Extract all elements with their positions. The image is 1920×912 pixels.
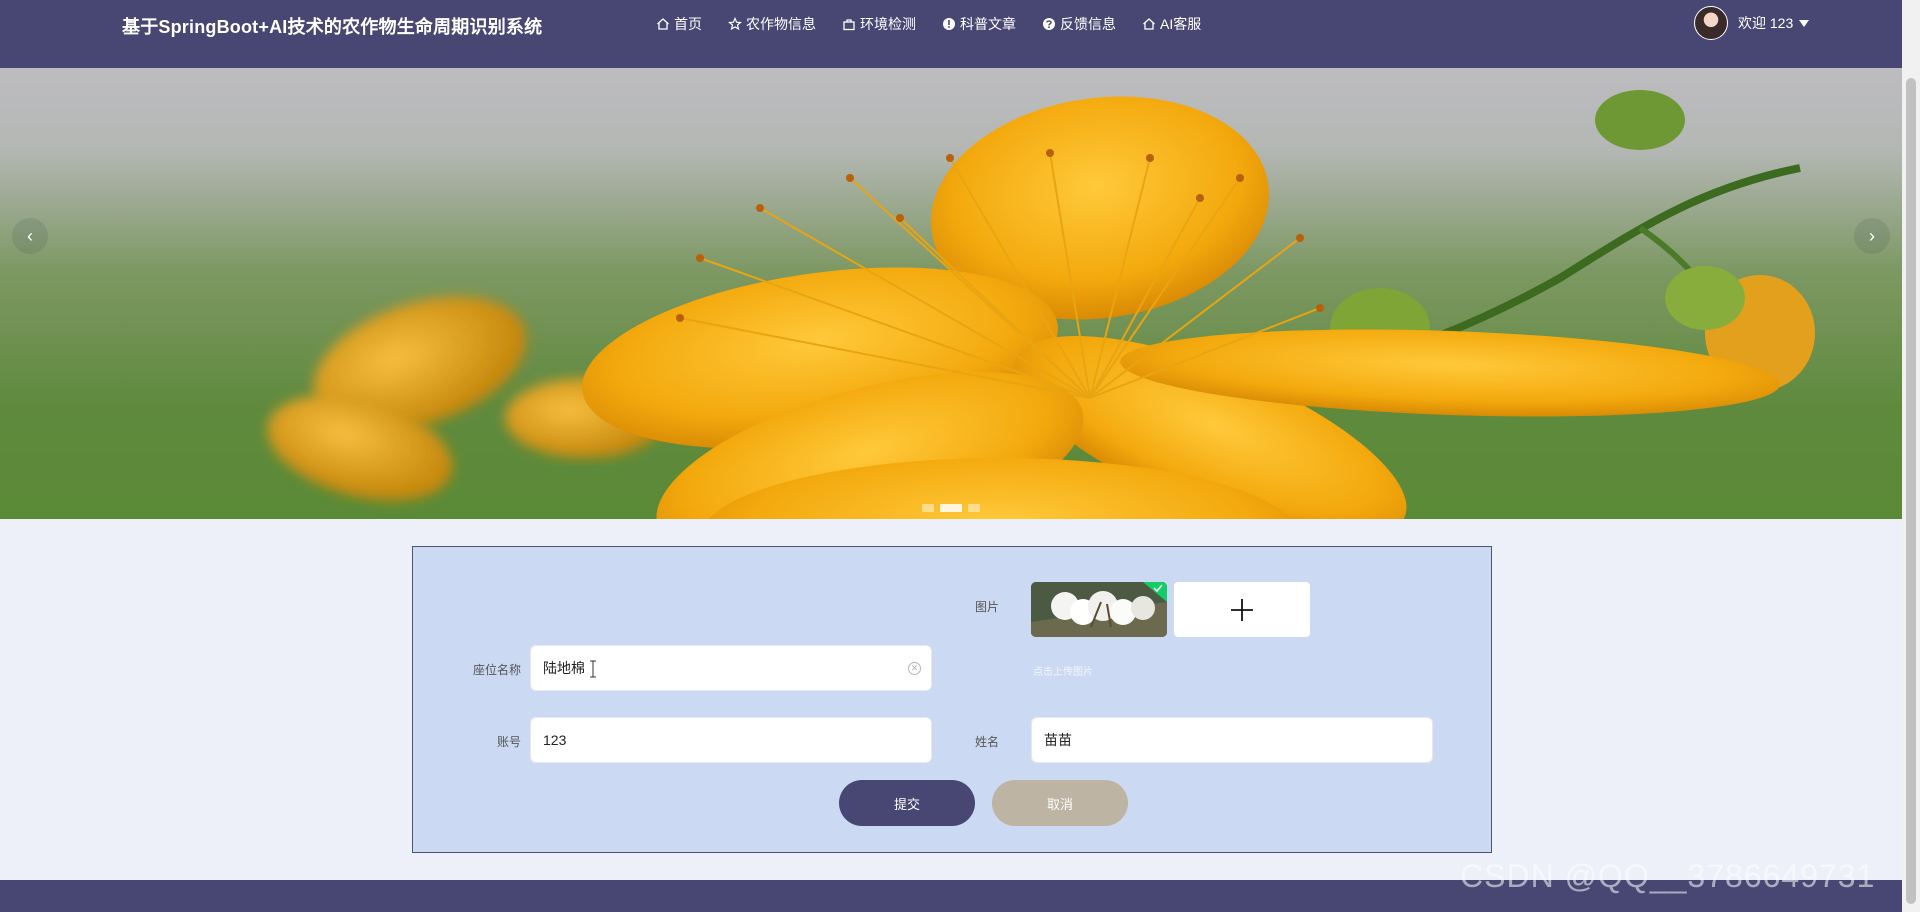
image-label: 图片	[974, 600, 999, 614]
uploaded-image-thumbnail[interactable]	[1031, 582, 1167, 637]
nav-home[interactable]: 首页	[656, 14, 702, 34]
banner-carousel: ‹ ›	[0, 68, 1902, 519]
question-icon	[1043, 18, 1055, 30]
info-icon	[943, 18, 955, 30]
site-title: 基于SpringBoot+AI技术的农作物生命周期识别系统	[122, 17, 543, 37]
clear-icon[interactable]: ✕	[908, 662, 921, 675]
nav-articles[interactable]: 科普文章	[942, 14, 1016, 34]
realname-label: 姓名	[974, 735, 999, 749]
seat-name-input[interactable]: 陆地棉 ✕	[530, 645, 932, 691]
home-icon	[657, 18, 669, 30]
realname-value: 苗苗	[1044, 732, 1072, 748]
nav-crop-info-label: 农作物信息	[746, 16, 816, 32]
carousel-indicators	[922, 504, 980, 512]
upload-image-button[interactable]	[1174, 582, 1310, 637]
page-scrollbar[interactable]	[1902, 0, 1920, 912]
nav-environment[interactable]: 环境检测	[842, 14, 916, 34]
avatar[interactable]	[1694, 6, 1728, 40]
main-nav: 首页 农作物信息 环境检测 科普文章 反馈信息 AI客服	[656, 14, 1201, 34]
seat-name-label: 座位名称	[472, 663, 521, 677]
carousel-prev-button[interactable]: ‹	[12, 218, 48, 254]
watermark: CSDN @QQ__3786649731	[1460, 858, 1876, 894]
account-label: 账号	[496, 735, 521, 749]
user-menu[interactable]: 欢迎 123	[1694, 6, 1810, 40]
bag-icon	[843, 19, 855, 31]
flower-photo	[267, 90, 1815, 519]
nav-environment-label: 环境检测	[860, 16, 916, 32]
scrollbar-thumb[interactable]	[1906, 78, 1916, 904]
carousel-indicator[interactable]	[922, 504, 934, 512]
nav-home-label: 首页	[674, 16, 702, 32]
caret-down-icon[interactable]	[1799, 19, 1810, 27]
nav-ai-service-label: AI客服	[1160, 16, 1202, 32]
submit-button[interactable]: 提交	[839, 780, 975, 826]
realname-input[interactable]: 苗苗	[1031, 717, 1433, 763]
top-header: 基于SpringBoot+AI技术的农作物生命周期识别系统 首页 农作物信息 环…	[0, 0, 1902, 68]
nav-feedback-label: 反馈信息	[1060, 16, 1116, 32]
text-cursor-icon	[590, 660, 596, 678]
cancel-button[interactable]: 取消	[992, 780, 1128, 826]
home-icon	[1143, 18, 1155, 30]
nav-ai-service[interactable]: AI客服	[1142, 14, 1201, 34]
carousel-indicator[interactable]	[968, 504, 980, 512]
nav-articles-label: 科普文章	[960, 16, 1016, 32]
carousel-indicator-active[interactable]	[940, 504, 962, 512]
nav-feedback[interactable]: 反馈信息	[1042, 14, 1116, 34]
carousel-next-button[interactable]: ›	[1854, 218, 1890, 254]
star-icon	[728, 17, 742, 31]
edit-form: 图片 点击上传图片 座位名称 陆地棉 ✕ 账号 123 姓名 苗苗 提交 取消	[412, 546, 1492, 853]
welcome-text: 欢迎 123	[1738, 15, 1794, 31]
nav-crop-info[interactable]: 农作物信息	[728, 14, 816, 34]
account-input[interactable]: 123	[530, 717, 932, 763]
upload-hint: 点击上传图片	[1033, 667, 1093, 678]
seat-name-value: 陆地棉	[543, 660, 585, 676]
plus-icon	[1231, 598, 1253, 621]
account-value: 123	[543, 732, 567, 748]
cotton-image	[1031, 582, 1167, 637]
